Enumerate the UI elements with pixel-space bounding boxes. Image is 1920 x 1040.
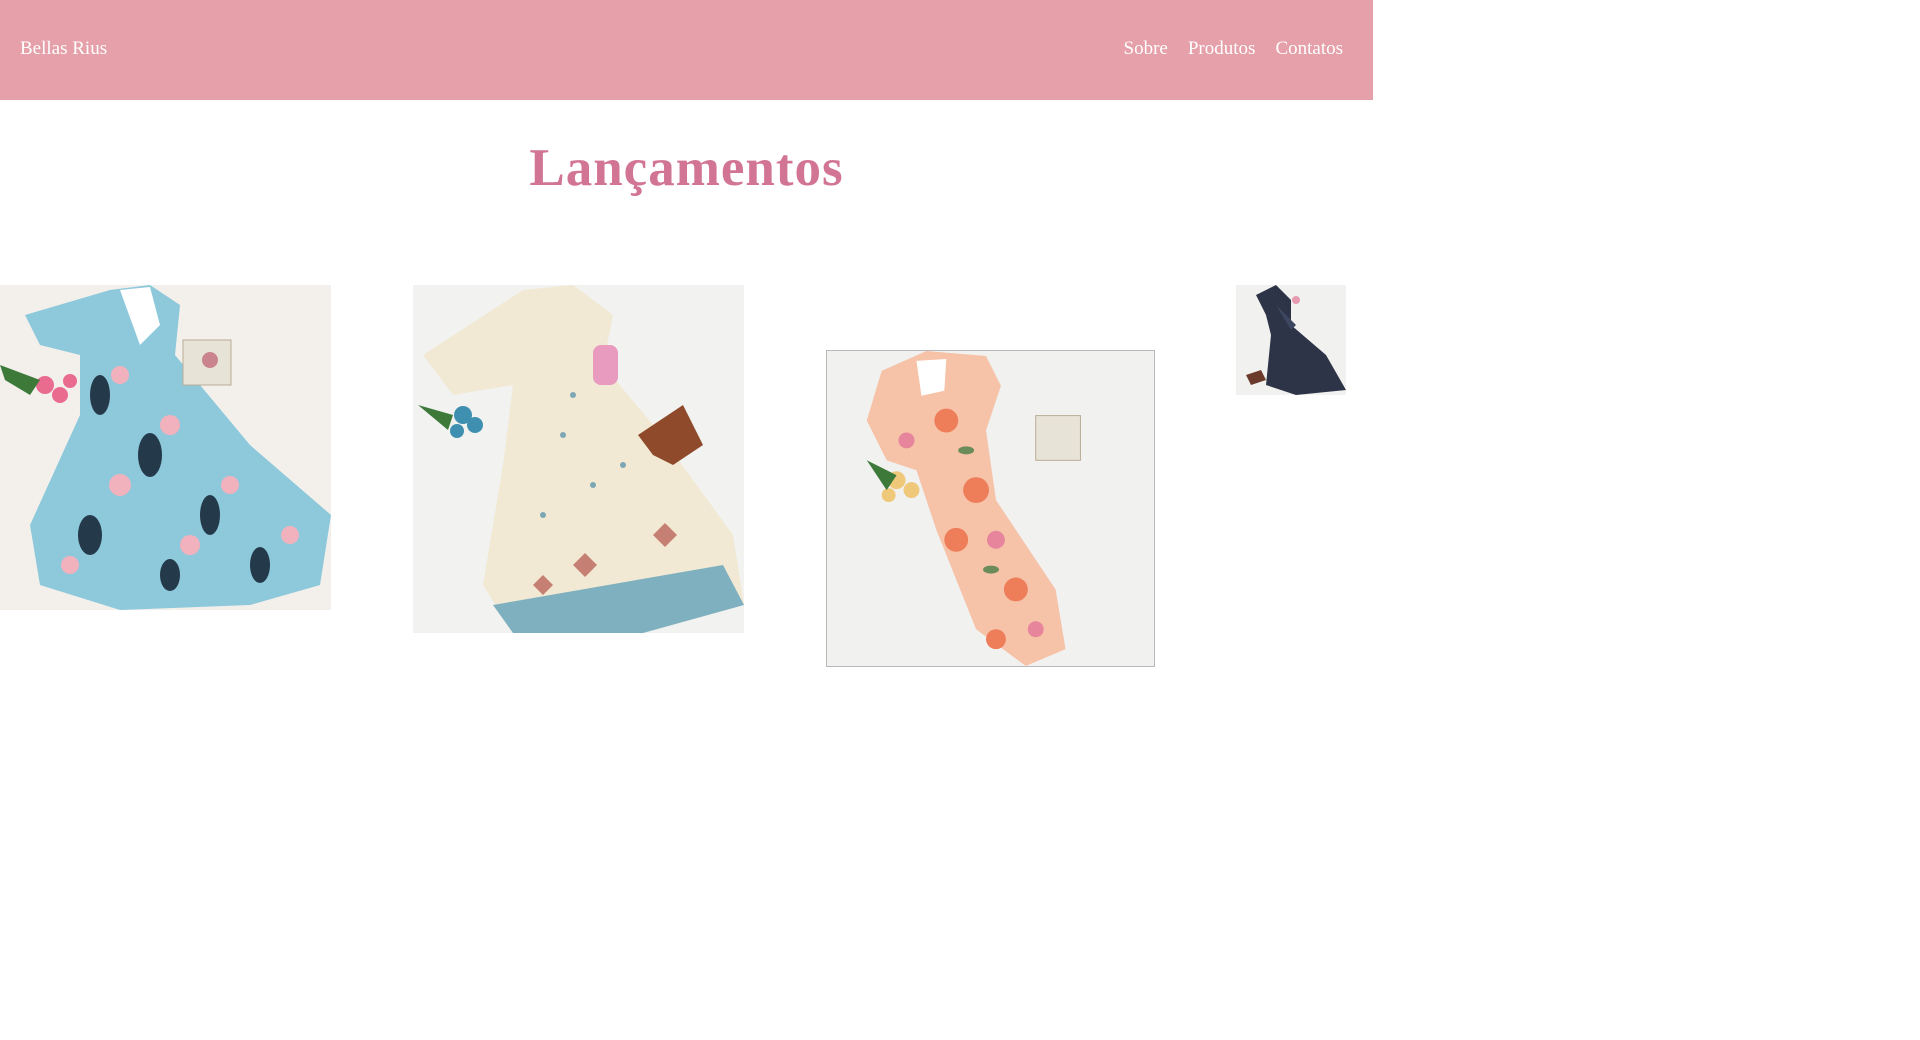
nav-link-contatos[interactable]: Contatos [1275, 38, 1343, 60]
site-header: Bellas Rius Sobre Produtos Contatos [0, 0, 1373, 100]
nav-link-produtos[interactable]: Produtos [1188, 38, 1256, 60]
product-image-navy-dress[interactable] [1236, 285, 1346, 395]
product-image-blue-floral-dress[interactable] [0, 285, 331, 610]
main-nav: Sobre Produtos Contatos [1124, 38, 1343, 60]
brand-logo-link[interactable]: Bellas Rius [20, 38, 107, 60]
product-image-cream-butterfly-dress[interactable] [413, 285, 744, 633]
page-title: Lançamentos [529, 139, 844, 197]
product-image-peach-floral-dress[interactable] [826, 350, 1155, 667]
nav-link-sobre[interactable]: Sobre [1124, 38, 1168, 60]
